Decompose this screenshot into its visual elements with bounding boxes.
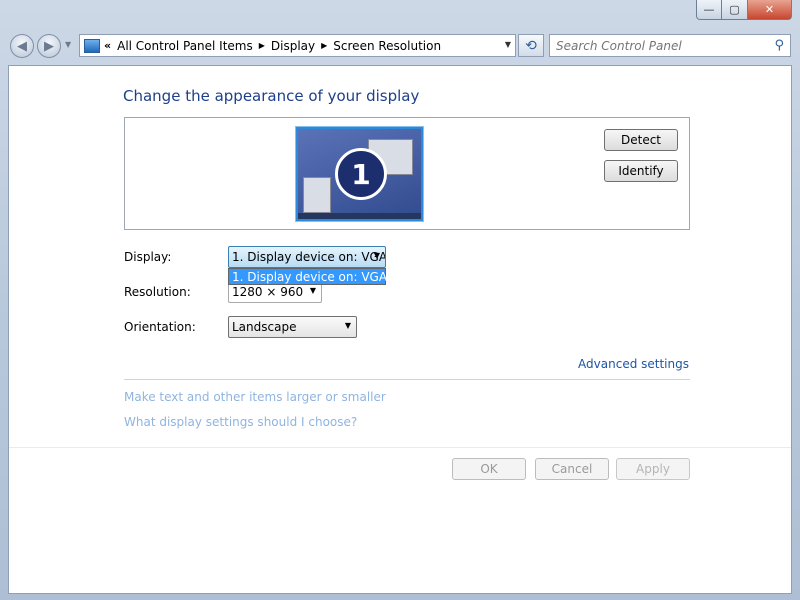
orientation-select[interactable]: Landscape ▼ <box>228 316 357 338</box>
display-preview: 1 Detect Identify <box>124 117 690 230</box>
preview-taskbar <box>298 213 421 219</box>
forward-button[interactable]: ▶ <box>37 34 61 58</box>
breadcrumb-separator-icon[interactable]: ▶ <box>321 41 327 50</box>
chevron-down-icon: ▼ <box>344 321 351 330</box>
page-title: Change the appearance of your display <box>123 87 420 105</box>
divider <box>9 447 791 448</box>
display-dropdown-option[interactable]: 1. Display device on: VGA <box>228 268 387 285</box>
identify-button[interactable]: Identify <box>604 160 678 182</box>
control-panel-icon <box>84 38 100 53</box>
breadcrumb-display[interactable]: Display <box>271 39 315 53</box>
text-size-link[interactable]: Make text and other items larger or smal… <box>124 390 386 404</box>
chevron-down-icon: ▼ <box>373 251 380 260</box>
forward-arrow-icon: ▶ <box>44 38 54 54</box>
apply-button[interactable]: Apply <box>616 458 690 480</box>
advanced-settings-link[interactable]: Advanced settings <box>578 357 689 371</box>
search-box[interactable]: ⚲ <box>549 34 791 57</box>
preview-window-icon <box>303 177 331 213</box>
refresh-button[interactable]: ⟲ <box>518 34 544 57</box>
minimize-icon[interactable]: — <box>696 0 722 20</box>
close-icon[interactable]: ✕ <box>748 0 792 20</box>
ok-button[interactable]: OK <box>452 458 526 480</box>
recent-pages-dropdown-icon[interactable]: ▼ <box>65 40 71 49</box>
display-select-value: 1. Display device on: VGA <box>232 250 386 264</box>
window-controls: — ▢ ✕ <box>696 0 792 20</box>
address-bar[interactable]: « All Control Panel Items ▶ Display ▶ Sc… <box>79 34 516 57</box>
display-select[interactable]: 1. Display device on: VGA ▼ <box>228 246 386 268</box>
search-input[interactable] <box>556 38 766 53</box>
maximize-icon[interactable]: ▢ <box>722 0 748 20</box>
monitor-number-badge: 1 <box>335 148 387 200</box>
overflow-chevron-icon[interactable]: « <box>104 39 111 52</box>
orientation-select-value: Landscape <box>232 320 297 334</box>
back-button[interactable]: ◀ <box>10 34 34 58</box>
chevron-down-icon: ▼ <box>309 286 316 295</box>
breadcrumb-separator-icon[interactable]: ▶ <box>259 41 265 50</box>
divider <box>124 379 690 380</box>
display-label: Display: <box>124 250 172 264</box>
resolution-label: Resolution: <box>124 285 191 299</box>
display-help-link[interactable]: What display settings should I choose? <box>124 415 357 429</box>
breadcrumb-all-control-panel-items[interactable]: All Control Panel Items <box>117 39 253 53</box>
address-dropdown-icon[interactable]: ▼ <box>505 40 511 49</box>
resolution-select-value: 1280 × 960 <box>232 285 304 299</box>
search-icon[interactable]: ⚲ <box>774 38 784 53</box>
refresh-icon: ⟲ <box>525 37 537 54</box>
monitor-1[interactable]: 1 <box>296 127 423 221</box>
breadcrumb-screen-resolution[interactable]: Screen Resolution <box>333 39 441 53</box>
orientation-label: Orientation: <box>124 320 196 334</box>
cancel-button[interactable]: Cancel <box>535 458 609 480</box>
detect-button[interactable]: Detect <box>604 129 678 151</box>
back-arrow-icon: ◀ <box>17 38 27 54</box>
content-pane: Change the appearance of your display 1 … <box>8 65 792 594</box>
